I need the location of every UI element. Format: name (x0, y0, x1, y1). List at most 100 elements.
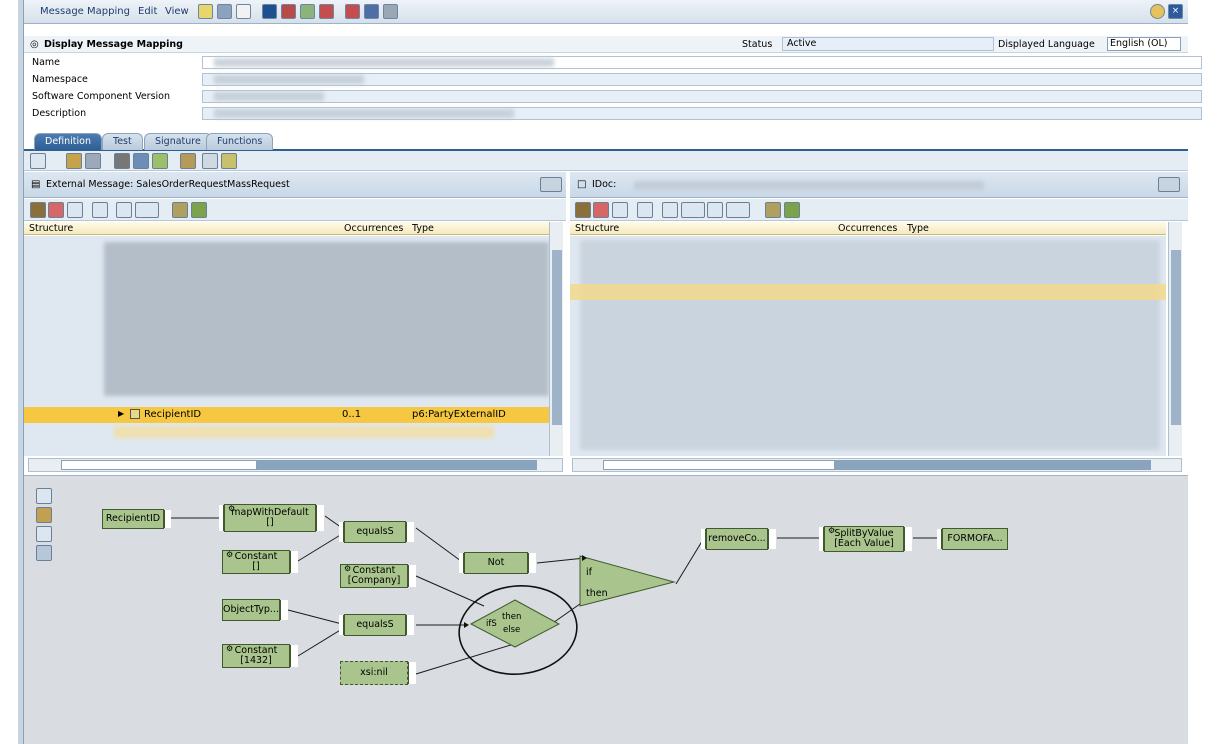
dependencies-icon[interactable] (66, 153, 82, 169)
left-hscroll-thumb[interactable] (257, 460, 537, 470)
node-constant1432[interactable]: ⚙ Constant [1432] (222, 644, 298, 668)
node-recipientid[interactable]: RecipientID (102, 509, 171, 529)
node-equals2-port[interactable] (406, 615, 414, 635)
binoculars-icon[interactable] (172, 202, 188, 218)
right-tree-highlight-row[interactable] (570, 284, 1166, 300)
right-find-next-icon[interactable] (784, 202, 800, 218)
source-icon[interactable] (67, 202, 83, 218)
pin-icon[interactable] (1150, 4, 1165, 19)
right-tree-filter-dropdown[interactable] (681, 202, 705, 218)
left-horizontal-scrollbar[interactable] (28, 458, 563, 472)
right-col-occurrences[interactable]: Occurrences (838, 223, 897, 234)
right-vertical-scrollbar[interactable] (1168, 222, 1182, 456)
left-tree-row-recipientid[interactable]: ▶ RecipientID 0..1 p6:PartyExternalID (24, 407, 549, 423)
zoom-icon[interactable] (221, 153, 237, 169)
tab-test[interactable]: Test (102, 133, 143, 150)
node-objecttyp[interactable]: ObjectTyp... (222, 599, 288, 621)
table-view-icon[interactable] (152, 153, 168, 169)
menu-edit[interactable]: Edit (138, 6, 157, 17)
node-constant-company[interactable]: ⚙ Constant [Company] (340, 564, 416, 588)
node-formofa-inport[interactable] (937, 529, 942, 549)
table-icon[interactable] (364, 4, 379, 19)
node-equals1-port[interactable] (406, 522, 414, 542)
left-pane-menu-button[interactable] (540, 177, 562, 192)
node-equals1[interactable]: equalsS (339, 521, 414, 543)
right-hscroll-thumb[interactable] (835, 460, 1151, 470)
expand-arrow-icon[interactable]: ▶ (118, 409, 124, 418)
node-splitbyvalue-inport[interactable] (819, 527, 824, 551)
tree-filter-dropdown[interactable] (135, 202, 159, 218)
info-icon[interactable] (262, 4, 277, 19)
node-constant1432-port[interactable] (290, 645, 298, 667)
history-icon[interactable] (383, 4, 398, 19)
left-vertical-scrollbar[interactable] (549, 222, 563, 456)
right-vscroll-thumb[interactable] (1171, 250, 1181, 425)
copy-icon[interactable] (236, 4, 251, 19)
settings-icon[interactable] (114, 153, 130, 169)
left-col-structure[interactable]: Structure (29, 223, 73, 234)
edit-icon[interactable] (133, 153, 149, 169)
node-mapwithdefault[interactable]: ⚙ mapWithDefault [] (219, 504, 324, 532)
right-type-icon[interactable] (662, 202, 678, 218)
node-equals2-inport[interactable] (339, 615, 344, 635)
right-pane-menu-button[interactable] (1158, 177, 1180, 192)
right-export-icon[interactable] (707, 202, 723, 218)
node-xsinil-port[interactable] (408, 662, 416, 684)
node-equals2[interactable]: equalsS (339, 614, 414, 636)
node-constant-company-port[interactable] (408, 565, 416, 587)
node-mapwithdefault-inport[interactable] (219, 505, 224, 531)
node-recipientid-port[interactable] (164, 510, 171, 528)
find-next-icon[interactable] (191, 202, 207, 218)
left-vscroll-thumb[interactable] (552, 250, 562, 425)
save-icon[interactable] (217, 4, 232, 19)
right-expand-tree-icon[interactable] (575, 202, 591, 218)
mapping-graph-editor[interactable]: RecipientID ⚙ mapWithDefault [] equalsS … (24, 475, 1188, 744)
hierarchy-icon[interactable] (319, 4, 334, 19)
node-splitbyvalue[interactable]: ⚙ SplitByValue [Each Value] (819, 526, 912, 552)
node-not-port[interactable] (528, 553, 536, 573)
right-col-structure[interactable]: Structure (575, 223, 619, 234)
tab-functions[interactable]: Functions (206, 133, 274, 150)
navigate-icon[interactable] (300, 4, 315, 19)
right-filter-icon[interactable] (637, 202, 653, 218)
node-if-then-labels[interactable]: if then (586, 562, 608, 604)
node-xsinil[interactable]: xsi:nil (340, 661, 416, 685)
right-horizontal-scrollbar[interactable] (572, 458, 1182, 472)
close-icon[interactable]: × (1168, 4, 1183, 19)
right-binoculars-icon[interactable] (765, 202, 781, 218)
left-col-occurrences[interactable]: Occurrences (344, 223, 403, 234)
node-not[interactable]: Not (459, 552, 536, 574)
swcv-field[interactable] (202, 90, 1202, 103)
right-source-icon[interactable] (612, 202, 628, 218)
language-select[interactable]: English (OL) (1107, 37, 1181, 51)
menu-view[interactable]: View (165, 6, 189, 17)
right-col-type[interactable]: Type (907, 223, 929, 234)
align-icon[interactable] (180, 153, 196, 169)
node-removeco-inport[interactable] (701, 529, 706, 549)
node-mapwithdefault-port[interactable] (316, 505, 324, 531)
fit-icon[interactable] (202, 153, 218, 169)
node-constant1[interactable]: ⚙ Constant [] (222, 550, 298, 574)
node-removeco[interactable]: removeCo... (701, 528, 776, 550)
node-objecttyp-port[interactable] (280, 600, 288, 620)
tab-definition[interactable]: Definition (34, 133, 103, 150)
node-removeco-port[interactable] (768, 529, 776, 549)
right-view-dropdown[interactable] (726, 202, 750, 218)
layout-dropdown-button[interactable] (30, 153, 46, 169)
right-grid-icon[interactable] (593, 202, 609, 218)
delete-icon[interactable] (85, 153, 101, 169)
grid-icon[interactable] (48, 202, 64, 218)
menu-message-mapping[interactable]: Message Mapping (40, 6, 130, 17)
test-icon[interactable] (345, 4, 360, 19)
node-splitbyvalue-port[interactable] (904, 527, 912, 551)
expand-tree-icon[interactable] (30, 202, 46, 218)
node-formofa[interactable]: FORMOFA... (937, 528, 1008, 550)
left-col-type[interactable]: Type (412, 223, 434, 234)
node-not-inport[interactable] (459, 553, 464, 573)
node-equals1-inport[interactable] (339, 522, 344, 542)
node-constant1-port[interactable] (290, 551, 298, 573)
tab-signature[interactable]: Signature (144, 133, 212, 150)
filter-icon[interactable] (92, 202, 108, 218)
type-icon[interactable] (116, 202, 132, 218)
where-used-icon[interactable] (281, 4, 296, 19)
